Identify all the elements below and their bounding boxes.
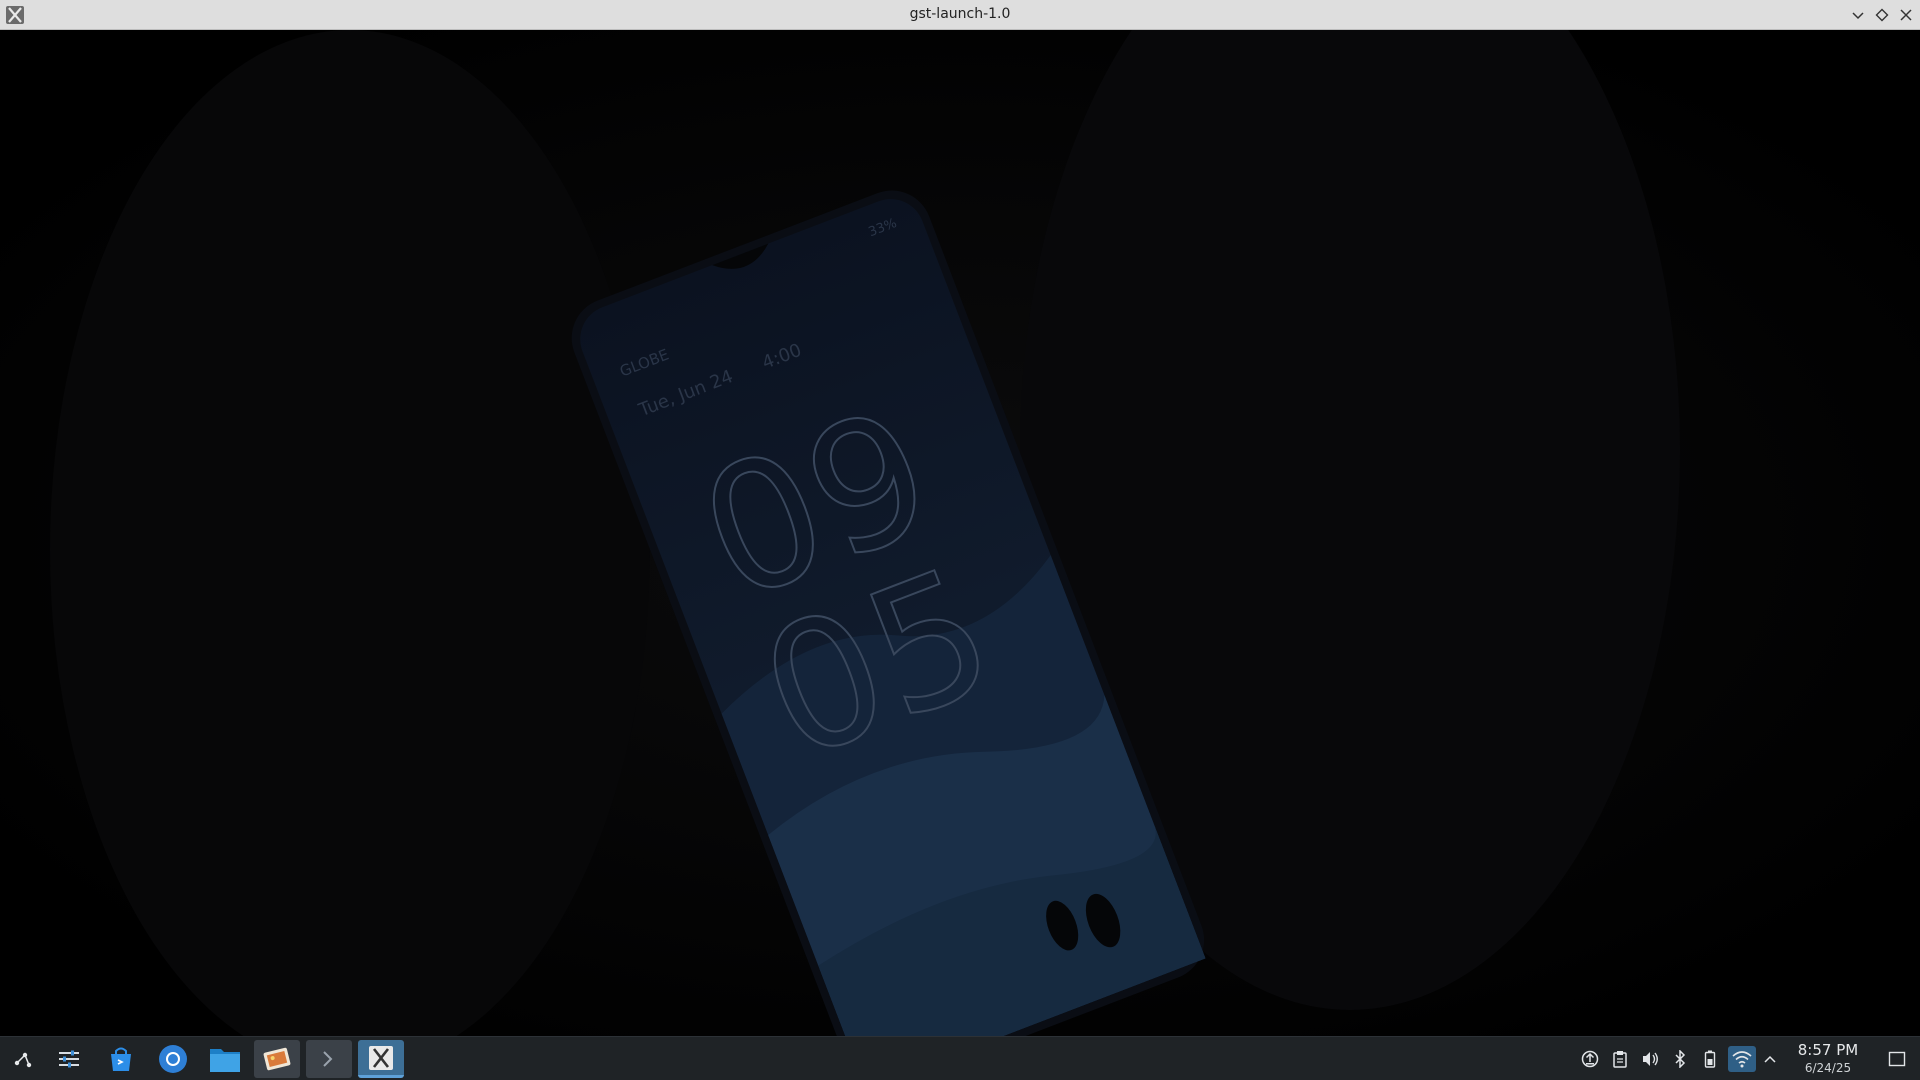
video-output: GLOBE Tue, Jun 24 4:00 33% 09 05: [0, 30, 1920, 1036]
update-icon: [1581, 1050, 1599, 1068]
bluetooth-icon: [1675, 1050, 1686, 1068]
close-button[interactable]: [1895, 4, 1917, 26]
clock-time: 8:57 PM: [1797, 1041, 1859, 1059]
window-title: gst-launch-1.0: [909, 6, 1011, 22]
tray-expand[interactable]: [1758, 1046, 1782, 1072]
clock-date: 6/24/25: [1804, 1061, 1852, 1075]
chevron-down-icon: [1852, 12, 1864, 20]
taskbar-clock[interactable]: 8:57 PM 6/24/25: [1782, 1041, 1874, 1076]
show-desktop-icon: [1888, 1051, 1906, 1067]
browser-icon: [159, 1045, 187, 1073]
wifi-icon: [1732, 1051, 1752, 1068]
tray-battery[interactable]: [1698, 1046, 1722, 1072]
tray-clipboard[interactable]: [1608, 1046, 1632, 1072]
app-launcher-icon: [14, 1052, 32, 1068]
show-desktop-button[interactable]: [1884, 1046, 1910, 1072]
camera-frame: GLOBE Tue, Jun 24 4:00 33% 09 05: [0, 30, 1920, 1036]
x-logo-icon: [369, 1045, 393, 1070]
taskbar-app-image-viewer[interactable]: [254, 1040, 300, 1078]
battery-icon: [1704, 1050, 1716, 1068]
folder-icon: [210, 1049, 240, 1072]
tray-volume[interactable]: [1638, 1046, 1662, 1072]
tray-update[interactable]: [1578, 1046, 1602, 1072]
app-launcher-button[interactable]: [0, 1040, 46, 1078]
taskbar-app-files[interactable]: [202, 1040, 248, 1078]
maximize-button[interactable]: [1871, 4, 1893, 26]
window-titlebar[interactable]: gst-launch-1.0: [0, 0, 1920, 30]
terminal-icon: [323, 1051, 333, 1067]
volume-icon: [1643, 1052, 1658, 1066]
close-icon: [1900, 9, 1912, 21]
taskbar-app-terminal[interactable]: [306, 1040, 352, 1078]
image-viewer-icon: [263, 1047, 291, 1071]
taskbar-app-discover[interactable]: [98, 1040, 144, 1078]
taskbar: 8:57 PM 6/24/25: [0, 1036, 1920, 1080]
diamond-restore-icon: [1875, 8, 1889, 22]
taskbar-app-browser[interactable]: [150, 1040, 196, 1078]
taskbar-app-settings[interactable]: [46, 1040, 92, 1078]
tray-bluetooth[interactable]: [1668, 1046, 1692, 1072]
shopping-bag-icon: [111, 1047, 131, 1071]
minimize-button[interactable]: [1847, 4, 1869, 26]
tray-wifi[interactable]: [1728, 1046, 1756, 1072]
sliders-icon: [59, 1050, 79, 1068]
chevron-up-icon: [1764, 1055, 1776, 1063]
clipboard-icon: [1613, 1051, 1627, 1068]
taskbar-app-gst-launch[interactable]: [358, 1040, 404, 1078]
